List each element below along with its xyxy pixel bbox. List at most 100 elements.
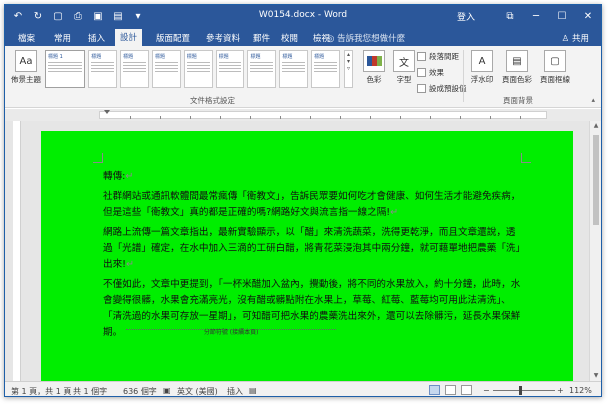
themes-label: 佈景主題 xyxy=(11,75,41,84)
colors-icon xyxy=(363,50,385,72)
zoom-slider[interactable] xyxy=(493,390,555,391)
minimize-icon[interactable]: ─ xyxy=(523,5,549,27)
indent-marker[interactable] xyxy=(104,110,110,114)
share-button[interactable]: ♙ 共用 xyxy=(562,32,589,44)
fonts-icon: 文 xyxy=(393,50,415,72)
style-set-title: 標題 xyxy=(186,54,197,60)
word-count-total[interactable]: 共 1 個字 xyxy=(73,386,107,396)
page-count[interactable]: 第 1 頁，共 1 頁 xyxy=(11,386,71,396)
zoom-slider-thumb[interactable] xyxy=(519,386,522,395)
tab-references[interactable]: 參考資料 xyxy=(201,30,245,46)
fonts-label: 字型 xyxy=(396,75,412,84)
tab-layout[interactable]: 版面配置 xyxy=(151,30,195,46)
effects-button[interactable]: 效果 xyxy=(417,67,444,78)
style-set-thumb[interactable]: 標題 xyxy=(279,50,309,88)
checkmark-icon xyxy=(417,84,426,93)
colors-label: 色彩 xyxy=(366,75,382,84)
sign-in-link[interactable]: 登入 xyxy=(457,10,475,23)
watermark-icon: A xyxy=(471,50,493,72)
web-layout-icon[interactable] xyxy=(461,385,472,395)
word-count[interactable]: 636 個字 xyxy=(123,386,157,396)
page-color-icon: ▤ xyxy=(506,50,528,72)
ribbon-design: Aa 佈景主題 標題 1 標題 標題 標題 標題 標題 標題 標題 標題 ▴ ▾… xyxy=(5,46,601,108)
group-label-page-background: 頁面背景 xyxy=(503,96,533,105)
tell-me-box[interactable]: ◎ 告訴我您想做什麼 xyxy=(327,32,405,44)
maximize-icon[interactable]: ☐ xyxy=(549,5,575,27)
style-set-thumb[interactable]: 標題 xyxy=(88,50,118,88)
set-default-label: 設成預設值 xyxy=(429,84,467,93)
document-body[interactable]: 轉傳:↵ 社群網站或通訊軟體間最常瘋傳「衛教文」，告訴民眾要如何吃才會健康、如何… xyxy=(103,169,523,345)
page-borders-label: 頁面框線 xyxy=(540,75,570,84)
style-set-title: 標題 1 xyxy=(48,54,63,60)
tell-me-text: 告訴我您想做什麼 xyxy=(337,34,406,44)
style-set-thumb[interactable]: 標題 xyxy=(120,50,149,88)
vertical-scrollbar[interactable]: ▲ ▼ xyxy=(589,121,601,381)
style-set-title: 標題 xyxy=(91,54,102,60)
zoom-in-icon[interactable]: + xyxy=(557,386,564,395)
page-color-button[interactable]: ▤ 頁面色彩 xyxy=(499,50,535,85)
style-set-thumb[interactable]: 標題 xyxy=(151,50,181,88)
style-set-gallery: 標題 1 標題 標題 標題 標題 標題 標題 標題 標題 xyxy=(45,50,341,92)
document-page[interactable]: 轉傳:↵ 社群網站或通訊軟體間最常瘋傳「衛教文」，告訴民眾要如何吃才會健康、如何… xyxy=(41,131,573,381)
proofing-icon[interactable]: ▣ xyxy=(163,386,171,395)
ruler-scale xyxy=(99,110,547,119)
window-controls: ⧉ ─ ☐ ✕ xyxy=(497,5,601,27)
style-set-thumb[interactable]: 標題 1 xyxy=(45,50,86,88)
status-bar: 第 1 頁，共 1 頁 共 1 個字 636 個字 ▣ 英文 (美國) 插入 ▤… xyxy=(5,381,601,396)
watermark-label: 浮水印 xyxy=(470,75,494,84)
style-set-title: 標題 xyxy=(218,54,229,60)
tab-mailings[interactable]: 郵件 xyxy=(248,30,275,46)
tab-design[interactable]: 設計 xyxy=(115,29,143,46)
language-status[interactable]: 英文 (美國) xyxy=(177,386,218,396)
crop-mark xyxy=(93,153,103,163)
style-set-title: 標題 xyxy=(314,54,325,60)
style-set-thumb[interactable]: 標題 xyxy=(311,50,341,88)
lightbulb-icon: ◎ xyxy=(327,34,338,44)
zoom-level[interactable]: 112% xyxy=(569,386,592,395)
set-default-button[interactable]: 設成預設值 xyxy=(417,83,467,94)
fonts-button[interactable]: 文 字型 xyxy=(389,50,419,85)
paragraph-spacing-label: 段落間距 xyxy=(429,52,459,61)
colors-button[interactable]: 色彩 xyxy=(359,50,389,85)
collapse-ribbon-icon[interactable]: ▴ xyxy=(591,96,595,104)
horizontal-ruler[interactable] xyxy=(5,109,601,121)
effects-label: 效果 xyxy=(429,68,444,77)
style-set-thumb[interactable]: 標題 xyxy=(247,50,277,88)
page-borders-button[interactable]: ▢ 頁面框線 xyxy=(537,50,573,85)
style-set-thumb[interactable]: 標題 xyxy=(183,50,213,88)
style-set-title: 標題 xyxy=(123,54,134,60)
ribbon-tabs: 檔案 常用 插入 設計 版面配置 參考資料 郵件 校閱 檢視 ◎ 告訴我您想做什… xyxy=(5,27,601,46)
share-label: 共用 xyxy=(571,34,589,44)
read-mode-icon[interactable] xyxy=(429,385,440,395)
macro-icon[interactable]: ▤ xyxy=(249,386,257,395)
section-break: 分節符號 (接續本頁) xyxy=(126,328,337,336)
tab-review[interactable]: 校閱 xyxy=(276,30,303,46)
tab-file[interactable]: 檔案 xyxy=(13,30,40,46)
vertical-ruler xyxy=(13,121,21,381)
paragraph-1: 社群網站或通訊軟體間最常瘋傳「衛教文」，告訴民眾要如何吃才會健康、如何生活才能避… xyxy=(103,191,521,218)
tab-insert[interactable]: 插入 xyxy=(83,30,110,46)
document-area: 轉傳:↵ 社群網站或通訊軟體間最常瘋傳「衛教文」，告訴民眾要如何吃才會健康、如何… xyxy=(5,121,601,381)
page-color-label: 頁面色彩 xyxy=(502,75,532,84)
scroll-down-icon[interactable]: ▼ xyxy=(590,371,601,381)
style-set-title: 標題 xyxy=(154,54,165,60)
crop-mark xyxy=(521,153,531,163)
doc-heading: 轉傳: xyxy=(103,171,126,182)
ribbon-display-icon[interactable]: ⧉ xyxy=(497,5,523,27)
themes-icon: Aa xyxy=(15,50,37,72)
insert-mode[interactable]: 插入 xyxy=(227,386,243,396)
watermark-button[interactable]: A 浮水印 xyxy=(467,50,497,85)
scroll-up-icon[interactable]: ▲ xyxy=(590,121,601,131)
paragraph-spacing-button[interactable]: 段落間距 xyxy=(417,51,459,62)
title-bar: ↶ ↻ ▢ ⎙ ▣ ▤ ▾ W0154.docx - Word 登入 ⧉ ─ ☐… xyxy=(5,5,601,27)
print-layout-icon[interactable] xyxy=(445,385,456,395)
paragraph-2: 網路上流傳一篇文章指出，最新實驗顯示，以「醋」來清洗蔬菜，洗得更乾淨，而且文章還… xyxy=(103,227,521,270)
tab-home[interactable]: 常用 xyxy=(49,30,76,46)
ribbon-separator xyxy=(463,50,464,102)
themes-button[interactable]: Aa 佈景主題 xyxy=(11,50,41,85)
close-icon[interactable]: ✕ xyxy=(575,5,601,27)
scroll-thumb[interactable] xyxy=(593,135,599,225)
gallery-scroll[interactable]: ▴ ▾ ▿ xyxy=(344,50,353,88)
zoom-out-icon[interactable]: − xyxy=(483,386,490,395)
style-set-thumb[interactable]: 標題 xyxy=(215,50,245,88)
